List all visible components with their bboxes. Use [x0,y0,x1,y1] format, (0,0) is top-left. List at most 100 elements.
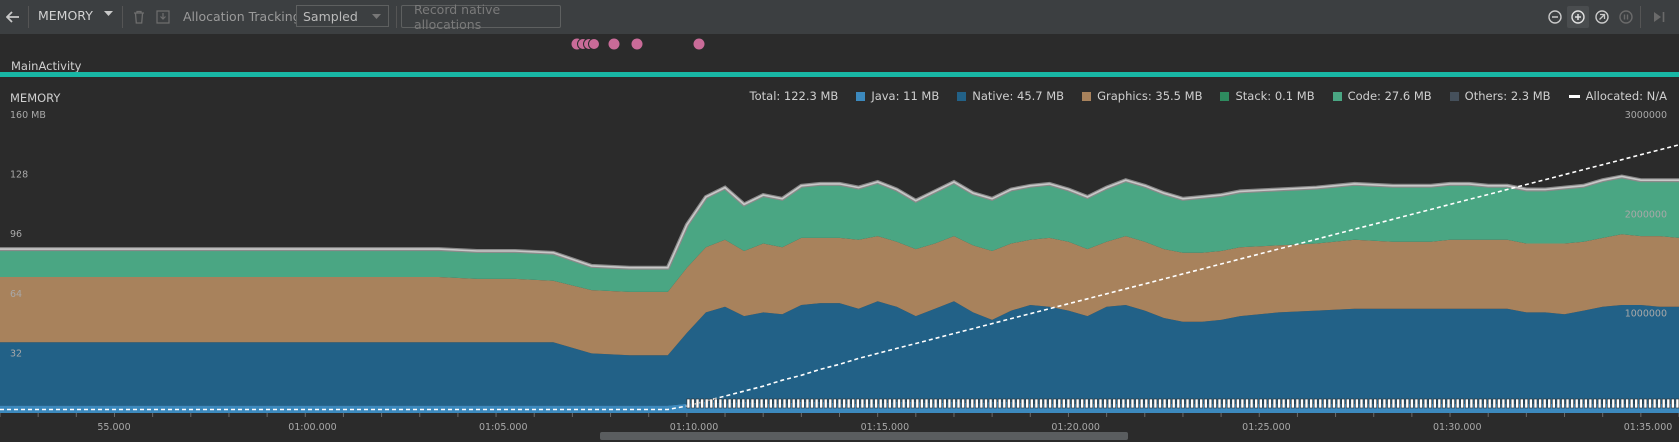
allocation-event-mark[interactable] [828,398,833,409]
allocation-event-mark[interactable] [1671,398,1675,409]
activity-lifecycle-bar[interactable] [0,72,1679,77]
allocation-event-mark[interactable] [1506,398,1510,409]
allocation-event-mark[interactable] [1217,398,1222,409]
allocation-event-mark[interactable] [1483,398,1487,409]
allocation-event-mark[interactable] [1382,398,1387,409]
allocation-event-mark[interactable] [1121,398,1126,409]
allocation-event-mark[interactable] [1405,398,1410,409]
allocation-event-mark[interactable] [979,398,984,409]
allocation-event-mark[interactable] [723,398,727,409]
allocation-event-mark[interactable] [1149,398,1153,409]
allocation-event-mark[interactable] [988,398,993,409]
allocation-event-mark[interactable] [1291,398,1295,409]
timeline-scrollbar[interactable] [600,432,1128,440]
allocation-event-mark[interactable] [1208,398,1213,409]
allocation-event-mark[interactable] [1295,398,1300,409]
allocation-event-mark[interactable] [736,398,741,409]
allocation-event-mark[interactable] [732,398,737,409]
allocation-event-mark[interactable] [837,398,842,409]
memory-chart[interactable]: 160 MB 128 96 64 32 3000000 2000000 1000000 [0,83,1679,413]
allocation-event-mark[interactable] [791,398,796,409]
allocation-event-mark[interactable] [956,398,961,409]
allocation-event-mark[interactable] [833,398,837,409]
memory-chart-svg[interactable]: 160 MB 128 96 64 32 3000000 2000000 1000000 [0,83,1679,413]
profiler-selector[interactable]: MEMORY [38,8,93,23]
allocation-event-mark[interactable] [892,398,897,409]
force-gc-button[interactable] [128,6,150,28]
allocation-event-mark[interactable] [1597,398,1602,409]
allocation-event-mark[interactable] [1529,398,1533,409]
allocation-event-mark[interactable] [1222,398,1226,409]
allocation-event-mark[interactable] [1103,398,1107,409]
allocation-event-mark[interactable] [741,398,746,409]
allocation-event-mark[interactable] [1002,398,1007,409]
allocation-event-mark[interactable] [901,398,906,409]
allocation-event-mark[interactable] [1588,398,1593,409]
allocation-event-mark[interactable] [1043,398,1048,409]
allocation-event-mark[interactable] [768,398,773,409]
allocation-event-mark[interactable] [1437,398,1442,409]
allocation-event-mark[interactable] [1245,398,1249,409]
allocation-event-mark[interactable] [1089,398,1094,409]
allocation-event-mark[interactable] [695,398,700,409]
allocation-event-mark[interactable] [1062,398,1066,409]
allocation-event-mark[interactable] [997,398,1002,409]
allocation-event-mark[interactable] [1034,398,1039,409]
touch-event-marker[interactable] [693,38,705,50]
allocation-event-mark[interactable] [764,398,769,409]
go-live-button[interactable] [1648,6,1670,28]
allocation-event-mark[interactable] [1387,398,1391,409]
allocation-event-mark[interactable] [1552,398,1556,409]
allocation-event-mark[interactable] [1524,398,1529,409]
allocation-event-mark[interactable] [897,398,901,409]
allocation-event-mark[interactable] [915,398,920,409]
allocation-event-mark[interactable] [1204,398,1208,409]
allocation-event-mark[interactable] [1336,398,1341,409]
allocation-event-mark[interactable] [1579,398,1584,409]
allocation-event-mark[interactable] [1272,398,1277,409]
back-button[interactable] [2,6,24,28]
allocation-event-mark[interactable] [1075,398,1080,409]
allocation-event-mark[interactable] [860,398,865,409]
allocation-event-mark[interactable] [1410,398,1414,409]
allocation-event-mark[interactable] [713,398,718,409]
allocation-event-mark[interactable] [1107,398,1112,409]
allocation-event-mark[interactable] [1144,398,1149,409]
allocation-event-mark[interactable] [1442,398,1446,409]
allocation-event-mark[interactable] [1098,398,1103,409]
allocation-event-mark[interactable] [1346,398,1350,409]
allocation-event-mark[interactable] [1226,398,1231,409]
allocation-event-mark[interactable] [727,398,732,409]
allocation-event-mark[interactable] [887,398,892,409]
allocation-event-mark[interactable] [1162,398,1167,409]
allocation-event-mark[interactable] [1547,398,1551,409]
allocation-event-mark[interactable] [1007,398,1011,409]
allocation-event-mark[interactable] [906,398,911,409]
allocation-event-mark[interactable] [1318,398,1323,409]
allocation-event-mark[interactable] [691,398,695,409]
allocation-event-mark[interactable] [1130,398,1135,409]
touch-event-marker[interactable] [588,38,600,50]
allocation-event-mark[interactable] [1593,398,1597,409]
allocation-event-mark[interactable] [782,398,787,409]
allocation-event-mark[interactable] [805,398,810,409]
allocation-event-mark[interactable] [1048,398,1052,409]
allocation-event-mark[interactable] [1052,398,1057,409]
allocation-event-mark[interactable] [1533,398,1538,409]
allocation-event-mark[interactable] [1236,398,1240,409]
reset-zoom-button[interactable] [1591,6,1613,28]
allocation-event-mark[interactable] [1341,398,1345,409]
allocation-event-mark[interactable] [1433,398,1437,409]
allocation-event-mark[interactable] [865,398,869,409]
allocation-event-mark[interactable] [1094,398,1098,409]
allocation-event-mark[interactable] [1313,398,1318,409]
allocation-event-mark[interactable] [1643,398,1648,409]
allocation-event-mark[interactable] [1039,398,1043,409]
allocation-event-mark[interactable] [842,398,846,409]
allocation-event-mark[interactable] [910,398,915,409]
allocation-event-mark[interactable] [874,398,878,409]
allocation-event-mark[interactable] [993,398,998,409]
allocation-event-mark[interactable] [851,398,856,409]
allocation-event-mark[interactable] [869,398,874,409]
allocation-event-mark[interactable] [1020,398,1025,409]
